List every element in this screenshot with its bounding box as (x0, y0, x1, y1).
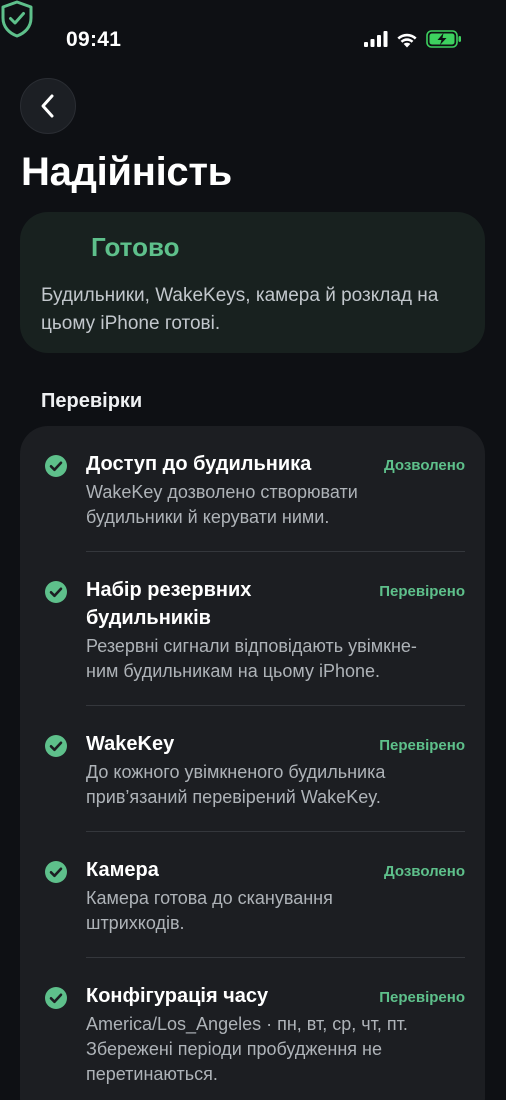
check-badge-camera: Дозволено (384, 863, 465, 880)
check-desc-line: America/Los_Angeles · пн, вт, ср, чт, пт… (86, 1014, 408, 1034)
check-badge-wakekey: Перевірено (379, 737, 465, 754)
divider (86, 831, 465, 832)
chevron-left-icon (41, 94, 54, 118)
check-title-alarm-access: Доступ до будильника (86, 453, 312, 475)
reliability-screen: 09:41 Надійність Готово Будильники, Wake… (0, 0, 506, 1100)
status-bar: 09:41 (0, 0, 506, 84)
check-circle-icon (45, 735, 67, 757)
status-time: 09:41 (66, 28, 122, 51)
check-circle-icon (45, 987, 67, 1009)
divider (86, 957, 465, 958)
check-desc-line: Резервні сигнали відповідають увімкне- (86, 636, 417, 656)
check-desc-line: До кожного увімкненого будильника (86, 762, 386, 782)
divider (86, 551, 465, 552)
check-title-camera: Камера (86, 859, 159, 881)
check-desc-line: ним будильникам на цьому iPhone. (86, 661, 381, 681)
check-title-wakekey: WakeKey (86, 733, 175, 755)
wifi-icon (397, 33, 417, 47)
battery-charging-icon (426, 30, 461, 48)
divider (86, 705, 465, 706)
status-description: Будильники, WakeKeys, камера й розклад н… (41, 285, 439, 334)
check-desc-line: перетинаються. (86, 1064, 218, 1084)
check-badge-alarm-access: Дозволено (384, 457, 465, 474)
check-desc-line: штрихкодів. (86, 913, 185, 933)
check-title-time-config: Конфігурація часу (86, 985, 269, 1007)
check-circle-icon (45, 581, 67, 603)
check-desc-line: Камера готова до сканування (86, 888, 333, 908)
check-desc-line: WakeKey дозволено створювати (86, 482, 358, 502)
back-button[interactable] (20, 78, 76, 134)
check-badge-time-config: Перевірено (379, 989, 465, 1006)
check-circle-icon (45, 861, 67, 883)
checks-section-title: Перевірки (41, 390, 143, 412)
check-badge-backup-alarms: Перевірено (379, 583, 465, 600)
check-title-backup-alarms-line2: будильників (86, 607, 211, 629)
page-title: Надійність (21, 150, 232, 194)
check-desc-line: Збережені періоди пробудження не (86, 1039, 382, 1059)
status-icons (364, 30, 462, 48)
check-circle-icon (45, 455, 67, 477)
check-title-backup-alarms: Набір резервних (86, 579, 252, 601)
check-desc-line: прив’язаний перевірений WakeKey. (86, 787, 381, 807)
check-desc-line: будильники й керувати ними. (86, 507, 330, 527)
status-heading: Готово (91, 232, 180, 262)
cellular-signal-icon (364, 31, 388, 47)
